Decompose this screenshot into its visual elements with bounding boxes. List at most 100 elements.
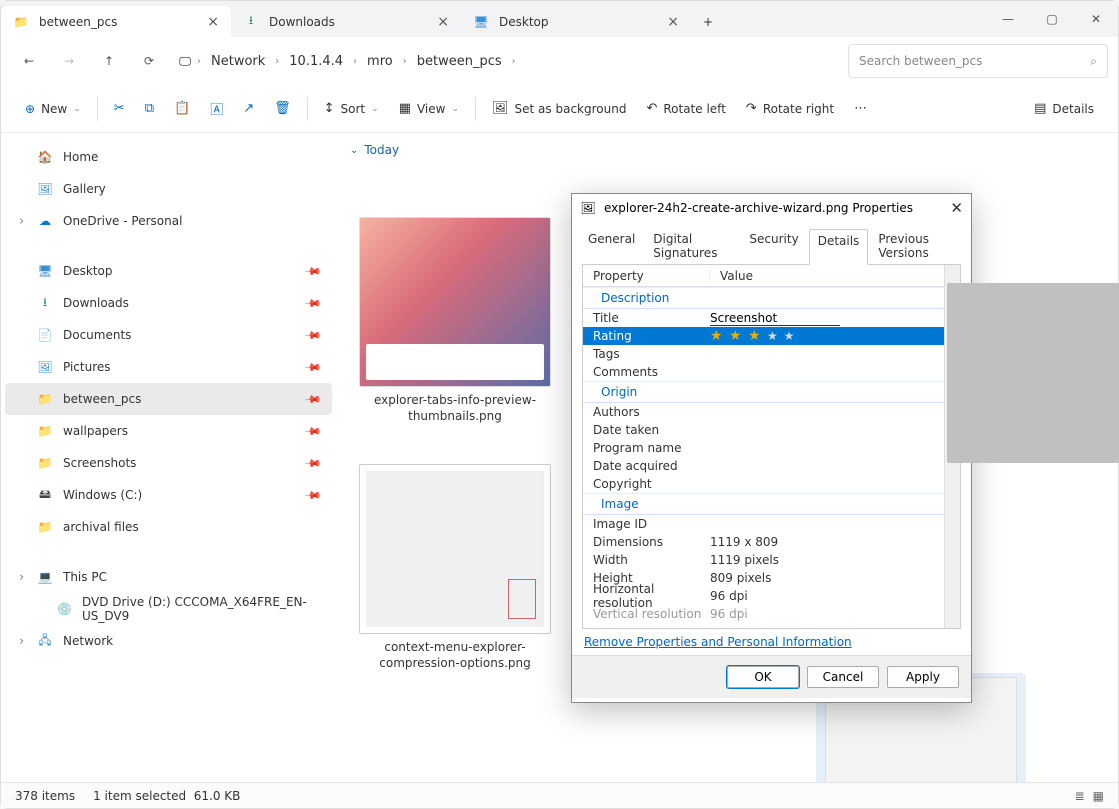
file-item[interactable]: explorer-tabs-info-preview-thumbnails.pn… [350, 217, 560, 424]
nav-between-pcs[interactable]: 📁between_pcs📌 [5, 383, 332, 415]
cut-button[interactable]: ✂ [104, 92, 135, 126]
file-name: explorer-tabs-info-preview-thumbnails.pn… [350, 393, 560, 424]
tab-label: Desktop [499, 15, 549, 29]
tab-between-pcs[interactable]: 📁 between_pcs × [1, 6, 231, 37]
rating-stars[interactable]: ★ ★ ★ ★ ★ [710, 328, 944, 344]
row-rating[interactable]: Rating★ ★ ★ ★ ★ [583, 327, 944, 345]
titlebar: 📁 between_pcs × ⭳ Downloads × 🖥 Desktop … [1, 1, 1118, 37]
row-vres[interactable]: Vertical resolution96 dpi [583, 605, 944, 623]
grid-header[interactable]: Property Value [583, 265, 944, 287]
search-icon[interactable]: ⌕ [1090, 54, 1097, 69]
row-width[interactable]: Width1119 pixels [583, 551, 944, 569]
breadcrumb[interactable]: 🖵 › Network › 10.1.4.4 › mro › between_p… [171, 44, 844, 78]
back-button[interactable]: ← [11, 43, 47, 79]
nav-desktop[interactable]: 🖥Desktop📌 [5, 255, 332, 287]
delete-button[interactable]: 🗑 [264, 92, 301, 126]
tab-digital-signatures[interactable]: Digital Signatures [645, 228, 739, 264]
nav-downloads[interactable]: ⭳Downloads📌 [5, 287, 332, 319]
new-tab-button[interactable]: + [691, 6, 725, 37]
up-button[interactable]: ↑ [91, 43, 127, 79]
details-pane-button[interactable]: ▤ Details [1024, 92, 1104, 126]
nav-documents[interactable]: 📄Documents📌 [5, 319, 332, 351]
cancel-button[interactable]: Cancel [807, 666, 879, 688]
forward-button[interactable]: → [51, 43, 87, 79]
tab-previous-versions[interactable]: Previous Versions [870, 228, 963, 264]
pictures-icon: 🖼 [37, 359, 53, 375]
breadcrumb-network[interactable]: Network [205, 52, 271, 71]
scrollbar[interactable] [944, 265, 960, 628]
breadcrumb-ip[interactable]: 10.1.4.4 [283, 52, 349, 71]
minimize-button[interactable]: — [986, 1, 1030, 37]
view-buttons: ≣ ▦ [1075, 789, 1104, 803]
row-hres[interactable]: Horizontal resolution96 dpi [583, 587, 944, 605]
dialog-titlebar[interactable]: 🖼 explorer-24h2-create-archive-wizard.pn… [572, 194, 971, 222]
nav-windows-c[interactable]: 🖴Windows (C:)📌 [5, 479, 332, 511]
close-button[interactable]: ✕ [1074, 1, 1118, 37]
row-date-taken[interactable]: Date taken [583, 421, 944, 439]
row-title[interactable]: Title [583, 309, 944, 327]
nav-this-pc[interactable]: 💻This PC [5, 561, 332, 593]
nav-network[interactable]: 🖧Network [5, 625, 332, 657]
row-program-name[interactable]: Program name [583, 439, 944, 457]
nav-wallpapers[interactable]: 📁wallpapers📌 [5, 415, 332, 447]
remove-properties-link[interactable]: Remove Properties and Personal Informati… [572, 629, 971, 655]
rename-button[interactable]: 🄰 [200, 92, 233, 126]
view-button[interactable]: ▦ View ⌄ [389, 92, 469, 126]
chevron-icon[interactable]: › [512, 56, 516, 67]
set-background-button[interactable]: 🖼 Set as background [482, 92, 636, 126]
tab-details[interactable]: Details [809, 229, 869, 265]
refresh-button[interactable]: ⟳ [131, 43, 167, 79]
row-copyright[interactable]: Copyright [583, 475, 944, 493]
details-view-button[interactable]: ≣ [1075, 789, 1085, 803]
new-button[interactable]: ⊕New⌄ [15, 92, 91, 126]
tab-general[interactable]: General [580, 228, 643, 264]
breadcrumb-between-pcs[interactable]: between_pcs [411, 52, 508, 71]
row-image-id[interactable]: Image ID [583, 515, 944, 533]
nav-onedrive[interactable]: ☁OneDrive - Personal [5, 205, 332, 237]
desktop-icon: 🖥 [37, 263, 53, 279]
thumbnails-view-button[interactable]: ▦ [1093, 789, 1104, 803]
status-item-count: 378 items [15, 789, 75, 803]
header-property: Property [583, 269, 710, 283]
nav-dvd[interactable]: 💿DVD Drive (D:) CCCOMA_X64FRE_EN-US_DV9 [5, 593, 332, 625]
tab-close-icon[interactable]: × [667, 14, 679, 30]
ok-button[interactable]: OK [727, 666, 799, 688]
tab-downloads[interactable]: ⭳ Downloads × [231, 6, 461, 37]
nav-screenshots[interactable]: 📁Screenshots📌 [5, 447, 332, 479]
breadcrumb-mro[interactable]: mro [361, 52, 399, 71]
share-button[interactable]: ↗ [233, 92, 264, 126]
chevron-icon[interactable]: › [275, 56, 279, 67]
chevron-icon[interactable]: › [353, 56, 357, 67]
tab-desktop[interactable]: 🖥 Desktop × [461, 6, 691, 37]
row-authors[interactable]: Authors [583, 403, 944, 421]
file-item[interactable]: context-menu-explorer-compression-option… [350, 464, 560, 671]
documents-icon: 📄 [37, 327, 53, 343]
rotate-left-button[interactable]: ↶ Rotate left [636, 92, 735, 126]
search-box[interactable]: Search between_pcs ⌕ [848, 44, 1108, 78]
nav-archival[interactable]: 📁archival files [5, 511, 332, 543]
group-today[interactable]: ⌄Today [350, 143, 1104, 157]
title-input[interactable] [710, 311, 840, 326]
chevron-icon[interactable]: › [197, 56, 201, 67]
chevron-icon[interactable]: › [403, 56, 407, 67]
sort-button[interactable]: ↕ Sort ⌄ [314, 92, 389, 126]
apply-button[interactable]: Apply [887, 666, 959, 688]
row-date-acquired[interactable]: Date acquired [583, 457, 944, 475]
section-description: Description [583, 287, 944, 309]
tab-close-icon[interactable]: × [207, 14, 219, 30]
tab-close-icon[interactable]: × [437, 14, 449, 30]
row-comments[interactable]: Comments [583, 363, 944, 381]
paste-button[interactable]: 📋 [164, 92, 200, 126]
more-button[interactable]: ⋯ [844, 92, 877, 126]
nav-gallery[interactable]: 🖼Gallery [5, 173, 332, 205]
dialog-close-button[interactable]: ✕ [950, 199, 963, 217]
maximize-button[interactable]: ▢ [1030, 1, 1074, 37]
rotate-right-button[interactable]: ↷ Rotate right [736, 92, 844, 126]
nav-home[interactable]: 🏠Home [5, 141, 332, 173]
tab-security[interactable]: Security [741, 228, 806, 264]
row-dimensions[interactable]: Dimensions1119 x 809 [583, 533, 944, 551]
copy-button[interactable]: ⧉ [135, 92, 164, 126]
scrollbar-thumb[interactable] [947, 283, 1119, 463]
nav-pictures[interactable]: 🖼Pictures📌 [5, 351, 332, 383]
row-tags[interactable]: Tags [583, 345, 944, 363]
